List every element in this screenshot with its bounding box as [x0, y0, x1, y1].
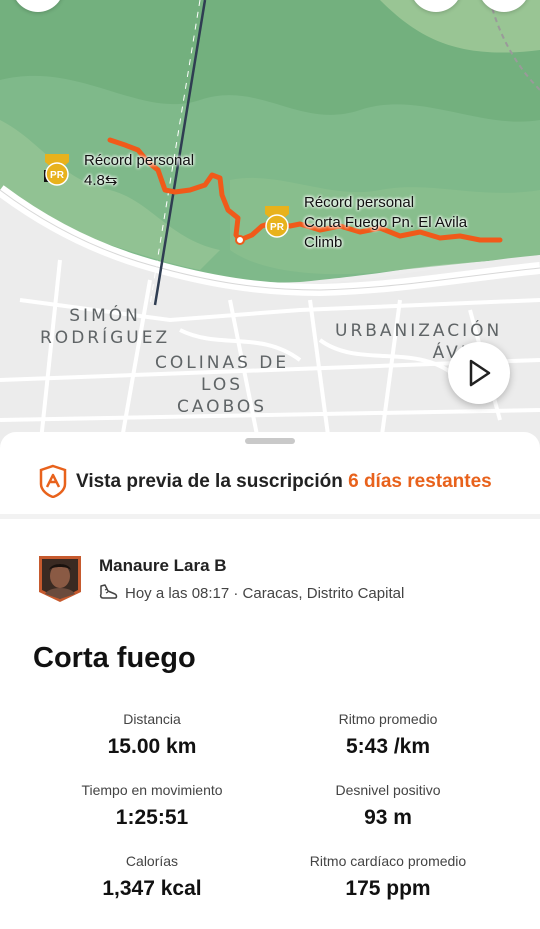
pr-right-label: Récord personal Corta Fuego Pn. El Avila…: [304, 194, 468, 251]
svg-text:PR: PR: [270, 222, 285, 233]
activity-meta: Hoy a las 08:17 · Caracas, Distrito Capi…: [99, 583, 404, 602]
strava-shield-icon: [39, 464, 67, 498]
subscription-text: Vista previa de la suscripción 6 días re…: [76, 471, 492, 492]
stat-heart-rate: Ritmo cardíaco promedio 175 ppm: [309, 853, 467, 900]
days-remaining: 6 días restantes: [348, 471, 492, 492]
drag-handle[interactable]: [245, 438, 295, 444]
stat-pace: Ritmo promedio 5:43 /km: [338, 711, 438, 758]
athlete-name[interactable]: Manaure Lara B: [99, 556, 227, 576]
section-divider: [0, 514, 540, 519]
route-map[interactable]: SIMÓN RODRÍGUEZ COLINAS DE LOS CAOBOS UR…: [0, 0, 540, 450]
stat-calories: Calorías 1,347 kcal: [102, 853, 202, 900]
avatar[interactable]: [37, 554, 83, 604]
pr-badge-icon: PR: [45, 154, 69, 186]
stat-moving-time: Tiempo en movimiento 1:25:51: [81, 782, 223, 829]
stat-distance: Distancia 15.00 km: [107, 711, 197, 758]
label-colinas-de-los-caobos: COLINAS DE LOS CAOBOS: [155, 353, 290, 417]
subscription-banner[interactable]: Vista previa de la suscripción 6 días re…: [0, 454, 540, 514]
play-icon: [469, 359, 491, 387]
label-simon-rodriguez: SIMÓN RODRÍGUEZ: [40, 306, 171, 348]
pr-badge-icon: PR: [265, 206, 289, 238]
shoe-icon: [99, 584, 118, 599]
svg-text:PR: PR: [50, 170, 65, 181]
activity-sheet: Vista previa de la suscripción 6 días re…: [0, 432, 540, 929]
activity-title: Corta fuego: [33, 642, 196, 674]
stat-elevation-gain: Desnivel positivo 93 m: [335, 782, 441, 829]
play-flyover-button[interactable]: [448, 342, 510, 404]
pr-left-label: Récord personal 4.8⇆: [84, 152, 195, 189]
